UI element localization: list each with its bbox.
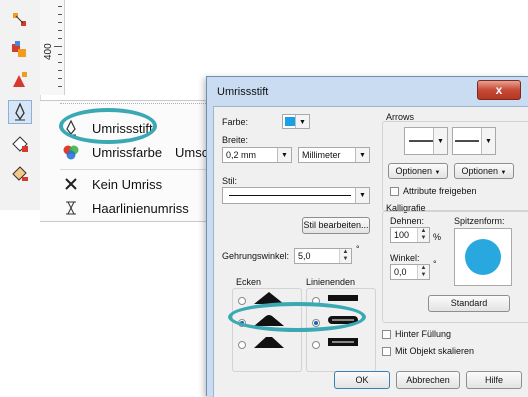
attribute-freigeben-checkbox[interactable] [390, 187, 399, 196]
spinner-icon[interactable]: ▲ ▼ [417, 228, 429, 242]
gehrung-label: Gehrungswinkel: [222, 251, 290, 261]
hilfe-button[interactable]: Hilfe [466, 371, 522, 389]
hairline-icon [62, 199, 80, 217]
hinter-fuellung-label: Hinter Füllung [395, 329, 452, 339]
degree-label: ° [356, 244, 360, 254]
chevron-down-icon: ▼ [481, 128, 495, 154]
menu-item-label: Umrissfarbe [92, 145, 163, 160]
highlight-ring-menu [59, 108, 157, 144]
linienenden-label: Linienenden [306, 277, 356, 287]
color-wheel-icon [62, 143, 80, 161]
options-label: Optionen [461, 166, 499, 176]
ecken-radio-1[interactable] [238, 297, 246, 305]
spinner-icon[interactable]: ▲ ▼ [339, 249, 351, 263]
stil-label: Stil: [222, 176, 238, 186]
chevron-down-icon: ▼ [295, 115, 309, 128]
abbrechen-button[interactable]: Abbrechen [396, 371, 460, 389]
chevron-down-icon: ▼ [355, 188, 369, 203]
dehnen-input[interactable]: 100 ▲ ▼ [390, 227, 430, 243]
no-outline-x-icon [62, 175, 80, 193]
dialog-body: Farbe: ▼ Breite: 0,2 mm ▼ Millimeter ▼ S… [213, 106, 528, 397]
arrow-start-select[interactable]: ▼ [404, 127, 448, 155]
breite-label: Breite: [222, 135, 249, 145]
nib-circle [465, 239, 501, 275]
stil-bearbeiten-button[interactable]: Stil bearbeiten... [302, 217, 370, 234]
spitzenform-label: Spitzenform: [454, 216, 505, 226]
flat-cap-icon [328, 295, 358, 301]
percent-label: % [433, 232, 442, 242]
outline-pen-tool-icon[interactable] [8, 100, 32, 124]
close-button[interactable]: x [477, 80, 521, 100]
unit-value: Millimeter [302, 150, 341, 160]
winkel-input[interactable]: 0,0 ▲ ▼ [390, 264, 430, 280]
ruler-label: 400 [43, 43, 54, 60]
options-label: Optionen [395, 166, 433, 176]
winkel-value: 0,0 [394, 267, 407, 277]
spinner-icon[interactable]: ▲ ▼ [417, 265, 429, 279]
breite-select[interactable]: 0,2 mm ▼ [222, 147, 292, 163]
square-cap-icon [328, 338, 358, 346]
gehrung-value: 5,0 [298, 251, 311, 261]
breite-value: 0,2 mm [226, 150, 257, 160]
farbe-color-picker[interactable]: ▼ [282, 114, 310, 129]
ok-button[interactable]: OK [334, 371, 390, 389]
mit-objekt-skalieren-label: Mit Objekt skalieren [395, 346, 475, 356]
ecken-label: Ecken [236, 277, 262, 287]
hinter-fuellung-checkbox[interactable] [382, 330, 391, 339]
farbe-label: Farbe: [222, 117, 249, 127]
vertical-ruler: 400 [40, 0, 65, 95]
dialog-title: Umrissstift [217, 86, 269, 98]
arrow-end-options-button[interactable]: Optionen ▼ [454, 163, 514, 179]
nib-shape-preview[interactable] [454, 228, 512, 286]
arrow-start-options-button[interactable]: Optionen ▼ [388, 163, 448, 179]
arrow-end-select[interactable]: ▼ [452, 127, 496, 155]
chevron-down-icon: ▼ [433, 128, 447, 154]
transform-tool-icon[interactable] [10, 40, 30, 60]
smart-fill-icon[interactable] [10, 164, 30, 184]
gehrung-input[interactable]: 5,0 ▲ ▼ [294, 248, 352, 264]
chevron-down-icon: ▼ [277, 148, 291, 162]
winkel-degree: ° [433, 259, 437, 269]
chevron-down-icon: ▼ [355, 148, 369, 162]
standard-button[interactable]: Standard [428, 295, 510, 312]
ecken-radio-3[interactable] [238, 341, 246, 349]
interactive-fill-icon[interactable] [10, 134, 30, 154]
highlight-ring-round-options [228, 302, 366, 332]
toolbox [0, 0, 41, 210]
linienenden-radio-3[interactable] [312, 341, 320, 349]
winkel-label: Winkel: [390, 253, 420, 263]
dehnen-value: 100 [394, 230, 410, 240]
line-style-preview [229, 195, 351, 196]
dehnen-label: Dehnen: [390, 216, 425, 226]
menu-item-label: Kein Umriss [92, 177, 163, 192]
unit-select[interactable]: Millimeter ▼ [298, 147, 370, 163]
fill-tool-icon[interactable] [10, 70, 30, 90]
attribute-freigeben-label: Attribute freigeben [403, 186, 477, 196]
bevel-corner-icon [254, 337, 284, 348]
menu-item-label: Haarlinienumriss [92, 201, 189, 216]
umrissstift-dialog: Umrissstift x Farbe: ▼ Breite: 0,2 mm ▼ … [206, 76, 528, 397]
mit-objekt-skalieren-checkbox[interactable] [382, 347, 391, 356]
shape-tool-icon[interactable] [10, 10, 30, 30]
stil-select[interactable]: ▼ [222, 187, 370, 204]
